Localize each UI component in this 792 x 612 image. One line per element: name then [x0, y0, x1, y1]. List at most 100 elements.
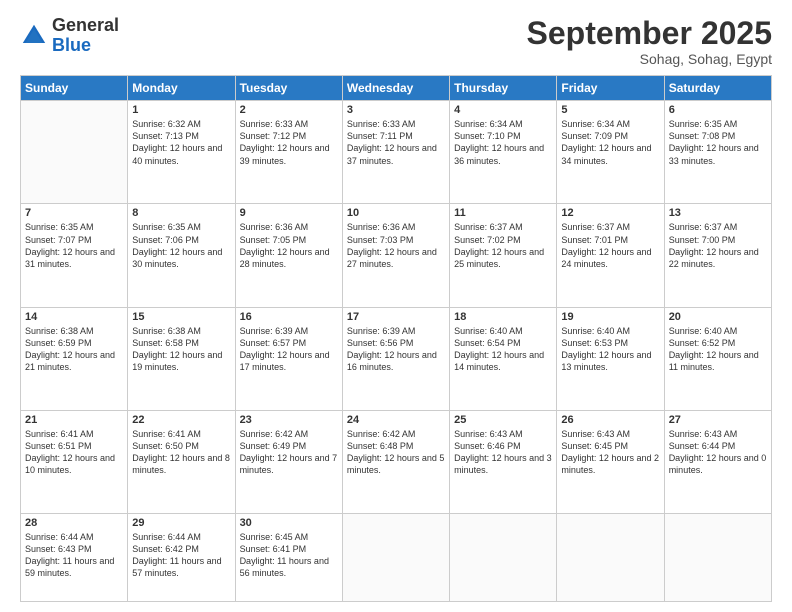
cell-info: Sunrise: 6:40 AM Sunset: 6:53 PM Dayligh…: [561, 325, 659, 374]
day-number: 14: [25, 311, 123, 323]
day-number: 3: [347, 104, 445, 116]
calendar-cell: 15Sunrise: 6:38 AM Sunset: 6:58 PM Dayli…: [128, 307, 235, 410]
cell-info: Sunrise: 6:43 AM Sunset: 6:46 PM Dayligh…: [454, 428, 552, 477]
day-number: 2: [240, 104, 338, 116]
logo: General Blue: [20, 16, 119, 56]
day-number: 9: [240, 207, 338, 219]
calendar-cell: [21, 101, 128, 204]
day-number: 17: [347, 311, 445, 323]
day-number: 21: [25, 414, 123, 426]
calendar-cell: 27 Sunrise: 6:43 AM Sunset: 6:44 PM Dayli…: [664, 410, 771, 513]
day-number: 27: [669, 414, 767, 426]
cell-info: Sunrise: 6:44 AM Sunset: 6:43 PM Dayligh…: [25, 531, 123, 580]
cell-info: Sunrise: 6:35 AM Sunset: 7:08 PM Dayligh…: [669, 118, 767, 167]
cell-info: Sunrise: 6:37 AM Sunset: 7:00 PM Dayligh…: [669, 221, 767, 270]
calendar-header-thursday: Thursday: [450, 76, 557, 101]
day-number: 13: [669, 207, 767, 219]
calendar-week-4: 28Sunrise: 6:44 AM Sunset: 6:43 PM Dayli…: [21, 513, 772, 601]
calendar-week-2: 14 Sunrise: 6:38 AM Sunset: 6:59 PM Dayli…: [21, 307, 772, 410]
calendar-cell: [450, 513, 557, 601]
month-title: September 2025: [527, 16, 772, 51]
cell-info: Sunrise: 6:32 AM Sunset: 7:13 PM Dayligh…: [132, 118, 230, 167]
day-number: 18: [454, 311, 552, 323]
calendar-cell: [342, 513, 449, 601]
day-number: 19: [561, 311, 659, 323]
calendar-cell: 7Sunrise: 6:35 AM Sunset: 7:07 PM Daylig…: [21, 204, 128, 307]
day-number: 12: [561, 207, 659, 219]
calendar-header-monday: Monday: [128, 76, 235, 101]
cell-info: Sunrise: 6:38 AM Sunset: 6:59 PM Dayligh…: [25, 325, 123, 374]
cell-info: Sunrise: 6:42 AM Sunset: 6:48 PM Dayligh…: [347, 428, 445, 477]
cell-info: Sunrise: 6:45 AM Sunset: 6:41 PM Dayligh…: [240, 531, 338, 580]
cell-info: Sunrise: 6:35 AM Sunset: 7:07 PM Dayligh…: [25, 221, 123, 270]
day-number: 25: [454, 414, 552, 426]
day-number: 6: [669, 104, 767, 116]
cell-info: Sunrise: 6:34 AM Sunset: 7:09 PM Dayligh…: [561, 118, 659, 167]
calendar-header-wednesday: Wednesday: [342, 76, 449, 101]
calendar-cell: 14 Sunrise: 6:38 AM Sunset: 6:59 PM Dayli…: [21, 307, 128, 410]
cell-info: Sunrise: 6:33 AM Sunset: 7:12 PM Dayligh…: [240, 118, 338, 167]
day-number: 4: [454, 104, 552, 116]
logo-text: General Blue: [52, 16, 119, 56]
calendar-header-saturday: Saturday: [664, 76, 771, 101]
calendar-cell: 25 Sunrise: 6:43 AM Sunset: 6:46 PM Dayli…: [450, 410, 557, 513]
day-number: 16: [240, 311, 338, 323]
calendar-cell: 24 Sunrise: 6:42 AM Sunset: 6:48 PM Dayli…: [342, 410, 449, 513]
calendar-cell: 23 Sunrise: 6:42 AM Sunset: 6:49 PM Dayli…: [235, 410, 342, 513]
calendar-cell: 18Sunrise: 6:40 AM Sunset: 6:54 PM Dayli…: [450, 307, 557, 410]
calendar-header-friday: Friday: [557, 76, 664, 101]
calendar-cell: 11 Sunrise: 6:37 AM Sunset: 7:02 PM Dayli…: [450, 204, 557, 307]
calendar-cell: 9 Sunrise: 6:36 AM Sunset: 7:05 PM Daylig…: [235, 204, 342, 307]
cell-info: Sunrise: 6:39 AM Sunset: 6:56 PM Dayligh…: [347, 325, 445, 374]
cell-info: Sunrise: 6:36 AM Sunset: 7:05 PM Dayligh…: [240, 221, 338, 270]
cell-info: Sunrise: 6:40 AM Sunset: 6:52 PM Dayligh…: [669, 325, 767, 374]
title-section: September 2025 Sohag, Sohag, Egypt: [527, 16, 772, 67]
calendar-cell: 5 Sunrise: 6:34 AM Sunset: 7:09 PM Daylig…: [557, 101, 664, 204]
calendar-week-0: 1 Sunrise: 6:32 AM Sunset: 7:13 PM Daylig…: [21, 101, 772, 204]
cell-info: Sunrise: 6:37 AM Sunset: 7:02 PM Dayligh…: [454, 221, 552, 270]
cell-info: Sunrise: 6:39 AM Sunset: 6:57 PM Dayligh…: [240, 325, 338, 374]
calendar-cell: 30 Sunrise: 6:45 AM Sunset: 6:41 PM Dayli…: [235, 513, 342, 601]
logo-general-text: General: [52, 16, 119, 36]
day-number: 8: [132, 207, 230, 219]
calendar-cell: 1 Sunrise: 6:32 AM Sunset: 7:13 PM Daylig…: [128, 101, 235, 204]
calendar-cell: 6 Sunrise: 6:35 AM Sunset: 7:08 PM Daylig…: [664, 101, 771, 204]
day-number: 29: [132, 517, 230, 529]
header: General Blue September 2025 Sohag, Sohag…: [20, 16, 772, 67]
calendar-header-sunday: Sunday: [21, 76, 128, 101]
cell-info: Sunrise: 6:35 AM Sunset: 7:06 PM Dayligh…: [132, 221, 230, 270]
calendar-cell: 4 Sunrise: 6:34 AM Sunset: 7:10 PM Daylig…: [450, 101, 557, 204]
cell-info: Sunrise: 6:43 AM Sunset: 6:45 PM Dayligh…: [561, 428, 659, 477]
calendar-cell: 21 Sunrise: 6:41 AM Sunset: 6:51 PM Dayli…: [21, 410, 128, 513]
day-number: 5: [561, 104, 659, 116]
calendar-cell: 20Sunrise: 6:40 AM Sunset: 6:52 PM Dayli…: [664, 307, 771, 410]
calendar-cell: 22 Sunrise: 6:41 AM Sunset: 6:50 PM Dayli…: [128, 410, 235, 513]
calendar-cell: [664, 513, 771, 601]
calendar-cell: 17 Sunrise: 6:39 AM Sunset: 6:56 PM Dayli…: [342, 307, 449, 410]
calendar-week-1: 7Sunrise: 6:35 AM Sunset: 7:07 PM Daylig…: [21, 204, 772, 307]
day-number: 24: [347, 414, 445, 426]
day-number: 1: [132, 104, 230, 116]
cell-info: Sunrise: 6:41 AM Sunset: 6:50 PM Dayligh…: [132, 428, 230, 477]
calendar-cell: 29 Sunrise: 6:44 AM Sunset: 6:42 PM Dayli…: [128, 513, 235, 601]
calendar-cell: 26 Sunrise: 6:43 AM Sunset: 6:45 PM Dayli…: [557, 410, 664, 513]
calendar-cell: 10 Sunrise: 6:36 AM Sunset: 7:03 PM Dayli…: [342, 204, 449, 307]
day-number: 30: [240, 517, 338, 529]
cell-info: Sunrise: 6:34 AM Sunset: 7:10 PM Dayligh…: [454, 118, 552, 167]
day-number: 23: [240, 414, 338, 426]
calendar-cell: 2 Sunrise: 6:33 AM Sunset: 7:12 PM Daylig…: [235, 101, 342, 204]
cell-info: Sunrise: 6:36 AM Sunset: 7:03 PM Dayligh…: [347, 221, 445, 270]
cell-info: Sunrise: 6:44 AM Sunset: 6:42 PM Dayligh…: [132, 531, 230, 580]
cell-info: Sunrise: 6:43 AM Sunset: 6:44 PM Dayligh…: [669, 428, 767, 477]
day-number: 10: [347, 207, 445, 219]
cell-info: Sunrise: 6:41 AM Sunset: 6:51 PM Dayligh…: [25, 428, 123, 477]
calendar-cell: 12Sunrise: 6:37 AM Sunset: 7:01 PM Dayli…: [557, 204, 664, 307]
day-number: 26: [561, 414, 659, 426]
calendar-cell: [557, 513, 664, 601]
cell-info: Sunrise: 6:38 AM Sunset: 6:58 PM Dayligh…: [132, 325, 230, 374]
calendar-cell: 28Sunrise: 6:44 AM Sunset: 6:43 PM Dayli…: [21, 513, 128, 601]
page: General Blue September 2025 Sohag, Sohag…: [0, 0, 792, 612]
cell-info: Sunrise: 6:42 AM Sunset: 6:49 PM Dayligh…: [240, 428, 338, 477]
day-number: 11: [454, 207, 552, 219]
day-number: 22: [132, 414, 230, 426]
